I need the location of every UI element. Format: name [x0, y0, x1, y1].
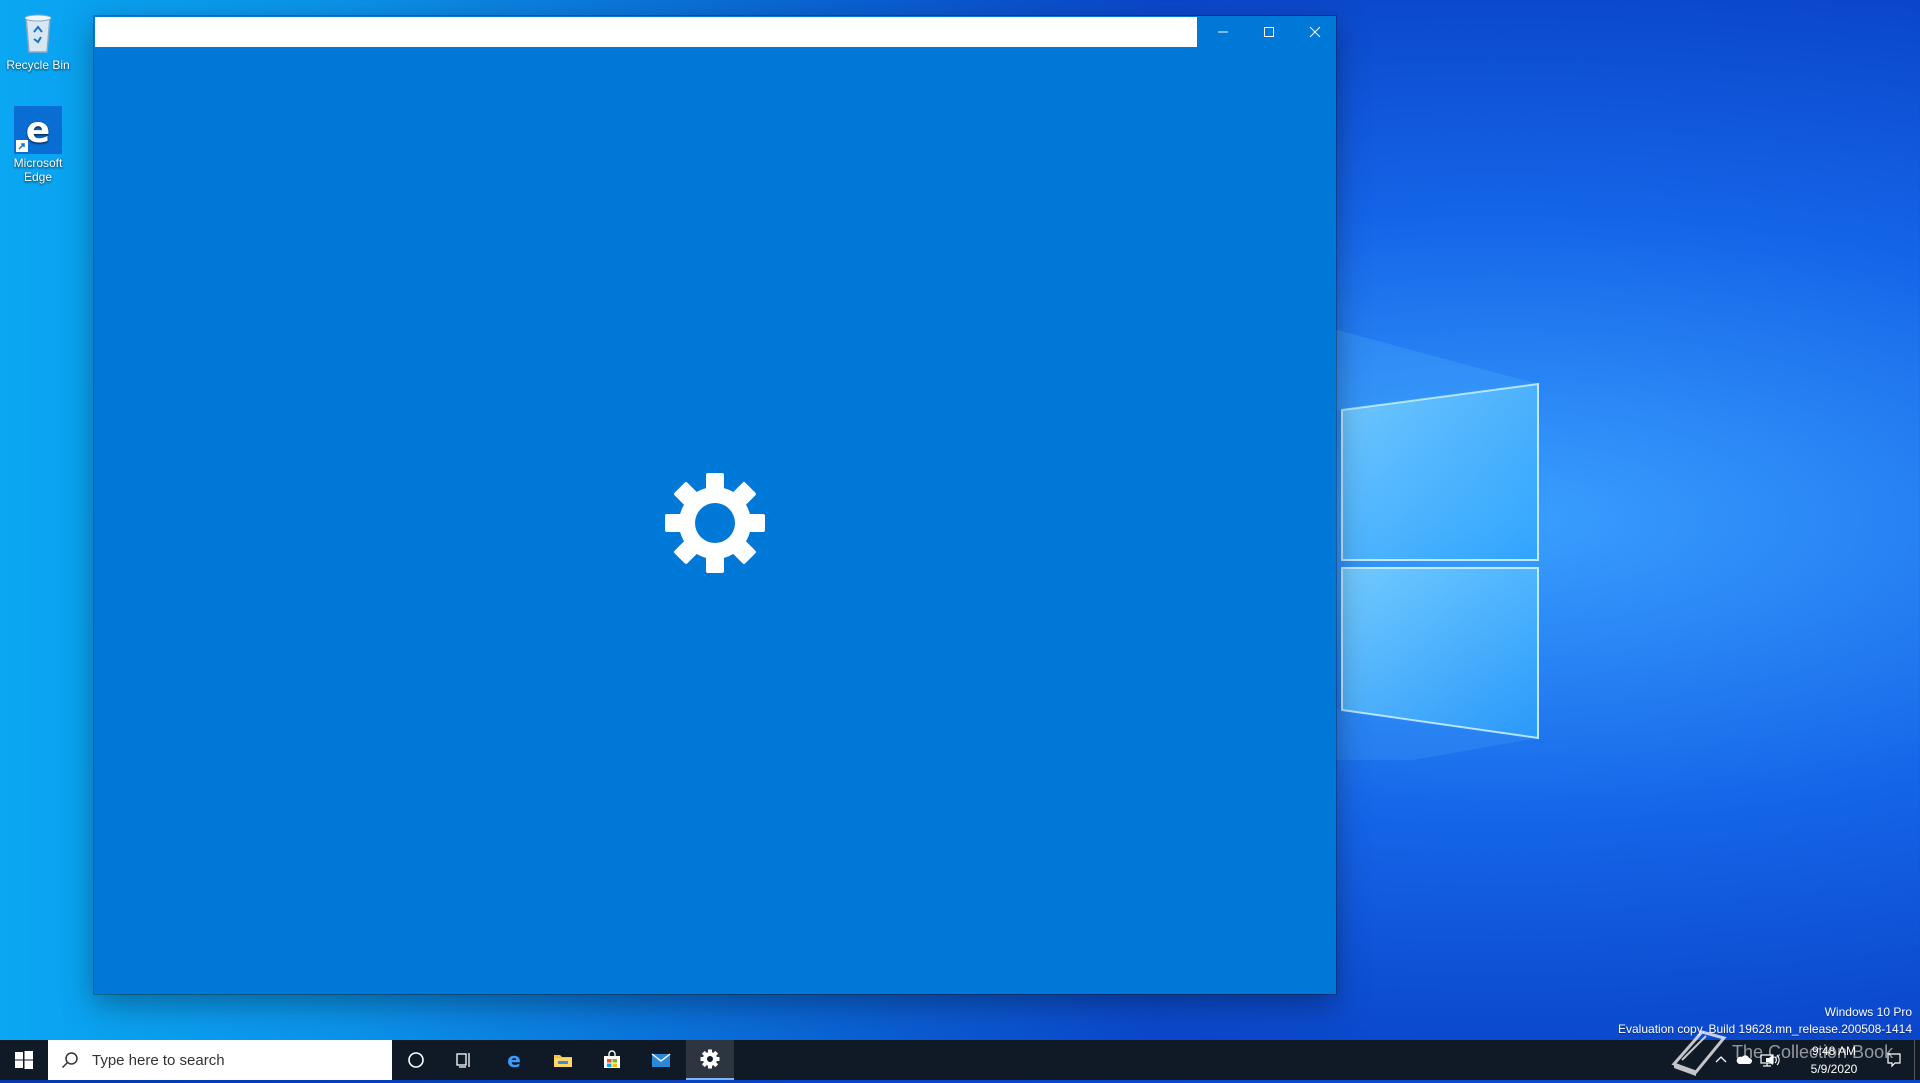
folder-icon — [554, 1055, 572, 1067]
svg-text:e: e — [507, 1050, 521, 1070]
edge-icon: e — [14, 106, 62, 154]
search-input[interactable] — [90, 1050, 374, 1070]
svg-text:e: e — [26, 110, 50, 151]
start-button[interactable] — [0, 1040, 48, 1080]
minimize-icon — [1218, 31, 1228, 33]
cortana-icon — [408, 1052, 424, 1068]
cortana-button[interactable] — [392, 1040, 440, 1080]
gear-icon — [665, 473, 765, 573]
desktop-icon-label: Recycle Bin — [6, 58, 70, 72]
show-desktop-button[interactable] — [1914, 1040, 1920, 1080]
close-button[interactable] — [1292, 16, 1338, 48]
task-view-icon — [456, 1053, 470, 1068]
book-logo-icon — [1668, 1024, 1728, 1078]
recycle-bin-icon — [14, 8, 62, 56]
desktop-icon-microsoft-edge[interactable]: e Microsoft Edge — [4, 106, 72, 184]
title-bar[interactable] — [94, 16, 1336, 48]
taskbar-search-box[interactable] — [48, 1040, 392, 1080]
microsoft-store-button[interactable] — [588, 1040, 636, 1080]
evaluation-watermark: Windows 10 Pro Evaluation copy. Build 19… — [1618, 1004, 1912, 1038]
close-icon — [1309, 26, 1321, 38]
file-explorer-button[interactable] — [539, 1040, 587, 1080]
watermark-build: Evaluation copy. Build 19628.mn_release.… — [1618, 1022, 1912, 1036]
taskbar-edge-button[interactable]: e — [490, 1040, 538, 1080]
mail-icon — [651, 1053, 671, 1067]
edge-icon: e — [507, 1050, 521, 1070]
windows-start-icon — [15, 1051, 33, 1069]
maximize-button[interactable] — [1246, 16, 1292, 48]
taskbar: e — [0, 1040, 1920, 1080]
store-icon — [604, 1050, 620, 1068]
title-field — [95, 17, 1197, 47]
settings-window — [94, 16, 1336, 994]
minimize-button[interactable] — [1200, 16, 1246, 48]
watermark-edition: Windows 10 Pro — [1824, 1005, 1912, 1019]
search-icon — [61, 1052, 78, 1069]
overlay-watermark-text: The Collection Book — [1732, 1042, 1894, 1062]
windows-logo-wallpaper — [1300, 300, 1600, 780]
mail-button[interactable] — [637, 1040, 685, 1080]
desktop-icon-recycle-bin[interactable]: Recycle Bin — [4, 8, 72, 72]
maximize-icon — [1264, 27, 1274, 37]
settings-taskbar-button[interactable] — [686, 1040, 734, 1080]
desktop-icon-label: Microsoft Edge — [13, 156, 63, 184]
settings-gear-icon — [700, 1049, 720, 1069]
task-view-button[interactable] — [440, 1040, 488, 1080]
